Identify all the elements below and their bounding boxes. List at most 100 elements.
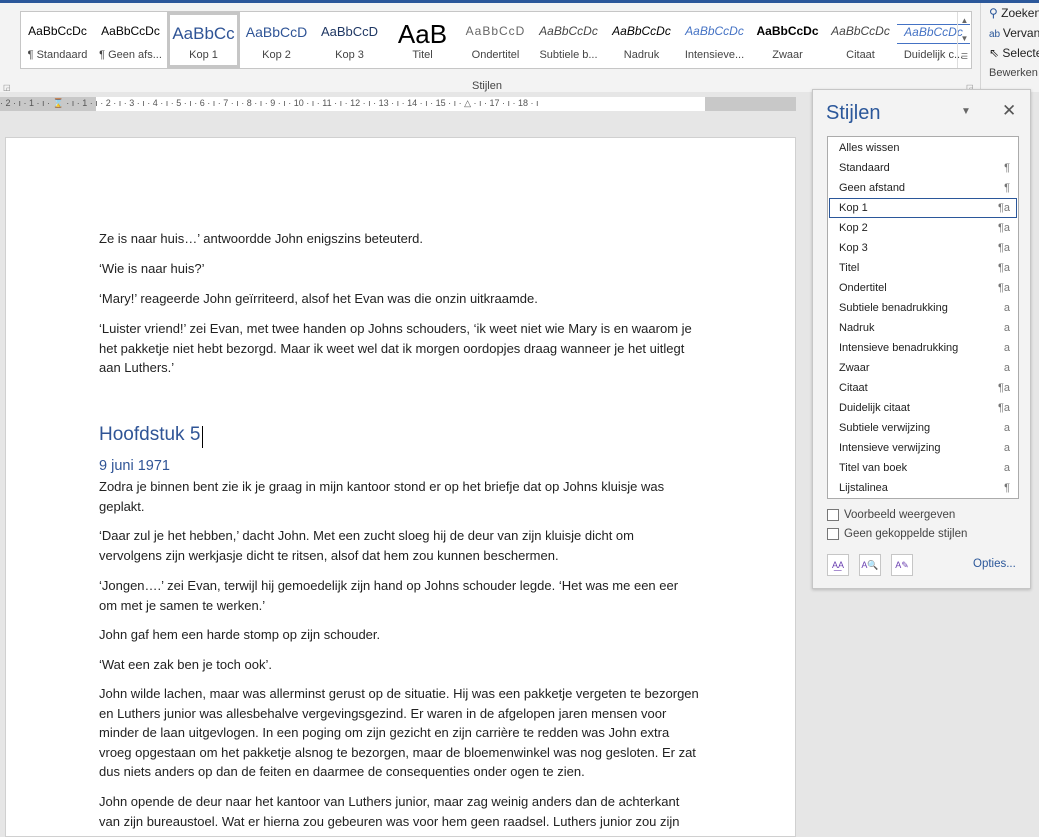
style-type-icon: a (1003, 442, 1010, 454)
gallery-style-item[interactable]: AaB Titel (386, 12, 459, 68)
ribbon: AaBbCcDc ¶ Standaard AaBbCcDc ¶ Geen afs...… (0, 0, 1039, 95)
gallery-style-item[interactable]: AaBbCcD Ondertitel (459, 12, 532, 68)
style-preview: AaBbCcDc (28, 24, 87, 38)
select-button[interactable]: ⇖ Selecteren (989, 43, 1039, 63)
find-button[interactable]: ⚲ Zoeken (989, 3, 1039, 23)
gallery-style-item[interactable]: AaBbCcDc Zwaar (751, 12, 824, 68)
style-preview: AaBbCcDc (612, 24, 671, 38)
style-list-item[interactable]: Standaard ¶ (829, 158, 1017, 178)
style-list-item[interactable]: Kop 1 ¶a (829, 198, 1017, 218)
close-icon[interactable]: ✕ (1002, 101, 1016, 121)
style-preview: AaBbCcD (320, 24, 379, 39)
style-list-item[interactable]: Nadruk a (829, 318, 1017, 338)
style-list-item[interactable]: Duidelijk citaat ¶a (829, 398, 1017, 418)
style-type-icon: ¶a (997, 282, 1010, 294)
style-name: Subtiele benadrukking (839, 302, 948, 314)
gallery-style-item[interactable]: AaBbCcD Kop 3 (313, 12, 386, 68)
paragraph[interactable]: ‘Jongen….’ zei Evan, terwijl hij gemoede… (99, 576, 699, 615)
style-inspector-button[interactable]: A🔍 (859, 554, 881, 576)
style-type-icon: ¶a (997, 402, 1010, 414)
paragraph[interactable]: ‘Mary!’ reageerde John geïrriteerd, also… (99, 289, 699, 309)
gallery-style-item[interactable]: AaBbCcDc Subtiele b... (532, 12, 605, 68)
style-list-item[interactable]: Titel van boek a (829, 458, 1017, 478)
paragraph[interactable]: Zodra je binnen bent zie ik je graag in … (99, 477, 699, 516)
gallery-style-item[interactable]: AaBbCc Kop 1 (167, 12, 240, 68)
style-name: Standaard (839, 162, 890, 174)
paragraph[interactable]: ‘Wat een zak ben je toch ook’. (99, 655, 699, 675)
disable-linked-styles-checkbox[interactable]: Geen gekoppelde stijlen (827, 528, 967, 540)
scroll-up-icon[interactable]: ▲ (958, 12, 971, 30)
style-list-item[interactable]: Zwaar a (829, 358, 1017, 378)
pane-title: Stijlen (826, 102, 881, 124)
style-list-item[interactable]: Intensieve verwijzing a (829, 438, 1017, 458)
style-name: Lijstalinea (839, 482, 888, 494)
heading-date[interactable]: 9 juni 1971 (99, 457, 699, 477)
style-list-item[interactable]: Subtiele verwijzing a (829, 418, 1017, 438)
replace-button[interactable]: ab Vervangen (989, 23, 1039, 43)
gallery-style-item[interactable]: AaBbCcD Kop 2 (240, 12, 313, 68)
manage-styles-icon: A✎ (895, 560, 909, 570)
style-type-icon: ¶a (997, 382, 1010, 394)
style-type-icon: a (1003, 462, 1010, 474)
checkbox-box[interactable] (827, 528, 839, 540)
show-preview-checkbox[interactable]: Voorbeeld weergeven (827, 509, 955, 521)
horizontal-ruler[interactable]: · 2 · ı · 1 · ı · ⌛ · ı · 1 · ı · 2 · ı … (0, 97, 796, 111)
style-preview: AaBbCc (172, 24, 235, 43)
paragraph[interactable]: ‘Wie is naar huis?’ (99, 259, 699, 279)
paragraph[interactable]: John opende de deur naar het kantoor van… (99, 792, 699, 831)
style-name: Geen afstand (839, 182, 906, 194)
gallery-scroll[interactable]: ▲ ▼ ☰ (957, 12, 971, 68)
style-list-item[interactable]: Ondertitel ¶a (829, 278, 1017, 298)
style-inspector-icon: A🔍 (861, 560, 879, 570)
style-name: Subtiele verwijzing (839, 422, 931, 434)
more-styles-icon[interactable]: ☰ (958, 48, 971, 66)
style-list-item[interactable]: Titel ¶a (829, 258, 1017, 278)
style-list-item[interactable]: Kop 3 ¶a (829, 238, 1017, 258)
style-name: Titel van boek (839, 462, 908, 474)
style-list-item[interactable]: Lijstalinea ¶ (829, 478, 1017, 498)
style-type-icon: a (1003, 362, 1010, 374)
gallery-style-item[interactable]: AaBbCcDc ¶ Standaard (21, 12, 94, 68)
style-label: ¶ Geen afs... (99, 49, 162, 61)
heading-chapter[interactable]: Hoofdstuk 5 (99, 425, 699, 445)
paragraph[interactable]: John wilde lachen, maar was allerminst g… (99, 684, 699, 782)
style-name: Kop 1 (839, 202, 868, 214)
style-name: Intensieve benadrukking (839, 342, 959, 354)
gallery-style-item[interactable]: AaBbCcDc Intensieve... (678, 12, 751, 68)
gallery-style-item[interactable]: AaBbCcDc ¶ Geen afs... (94, 12, 167, 68)
gallery-style-item[interactable]: AaBbCcDc Nadruk (605, 12, 678, 68)
style-type-icon: ¶a (997, 202, 1010, 214)
style-preview: AaBbCcDc (101, 24, 160, 38)
style-list-item[interactable]: Intensieve benadrukking a (829, 338, 1017, 358)
style-preview: AaBbCcD (465, 24, 526, 38)
style-name: Zwaar (839, 362, 870, 374)
style-label: Zwaar (772, 49, 803, 61)
style-preview: AaBbCcDc (831, 24, 890, 38)
style-type-icon: a (1003, 342, 1010, 354)
manage-styles-button[interactable]: A✎ (891, 554, 913, 576)
styles-gallery: AaBbCcDc ¶ Standaard AaBbCcDc ¶ Geen afs...… (20, 11, 972, 69)
options-link[interactable]: Opties... (973, 558, 1016, 570)
style-type-icon: ¶a (997, 262, 1010, 274)
text-cursor (202, 426, 203, 448)
editing-group: ⚲ Zoeken ab Vervangen ⇖ Selecteren Bewer… (980, 3, 1039, 95)
new-style-button[interactable]: A͟A (827, 554, 849, 576)
paragraph[interactable]: ‘Luister vriend!’ zei Evan, met twee han… (99, 319, 699, 378)
style-preview: AaBbCcDc (756, 24, 819, 38)
style-name: Ondertitel (839, 282, 887, 294)
style-list-item[interactable]: Subtiele benadrukking a (829, 298, 1017, 318)
style-list-item[interactable]: Geen afstand ¶ (829, 178, 1017, 198)
clipboard-launcher-icon[interactable]: ◲ (3, 83, 11, 92)
pane-options-dropdown-icon[interactable]: ▼ (961, 106, 971, 117)
ruler-numbers: · 2 · ı · 1 · ı · ⌛ · ı · 1 · ı · 2 · ı … (0, 98, 539, 108)
gallery-style-item[interactable]: AaBbCcDc Citaat (824, 12, 897, 68)
document-page[interactable]: Ze is naar huis…’ antwoordde John enigsz… (5, 137, 796, 837)
paragraph[interactable]: ‘Daar zul je het hebben,’ dacht John. Me… (99, 526, 699, 565)
style-list-item[interactable]: Alles wissen (829, 138, 1017, 158)
checkbox-box[interactable] (827, 509, 839, 521)
scroll-down-icon[interactable]: ▼ (958, 30, 971, 48)
style-list-item[interactable]: Kop 2 ¶a (829, 218, 1017, 238)
style-list-item[interactable]: Citaat ¶a (829, 378, 1017, 398)
paragraph[interactable]: John gaf hem een harde stomp op zijn sch… (99, 625, 699, 645)
paragraph[interactable]: Ze is naar huis…’ antwoordde John enigsz… (99, 229, 699, 249)
